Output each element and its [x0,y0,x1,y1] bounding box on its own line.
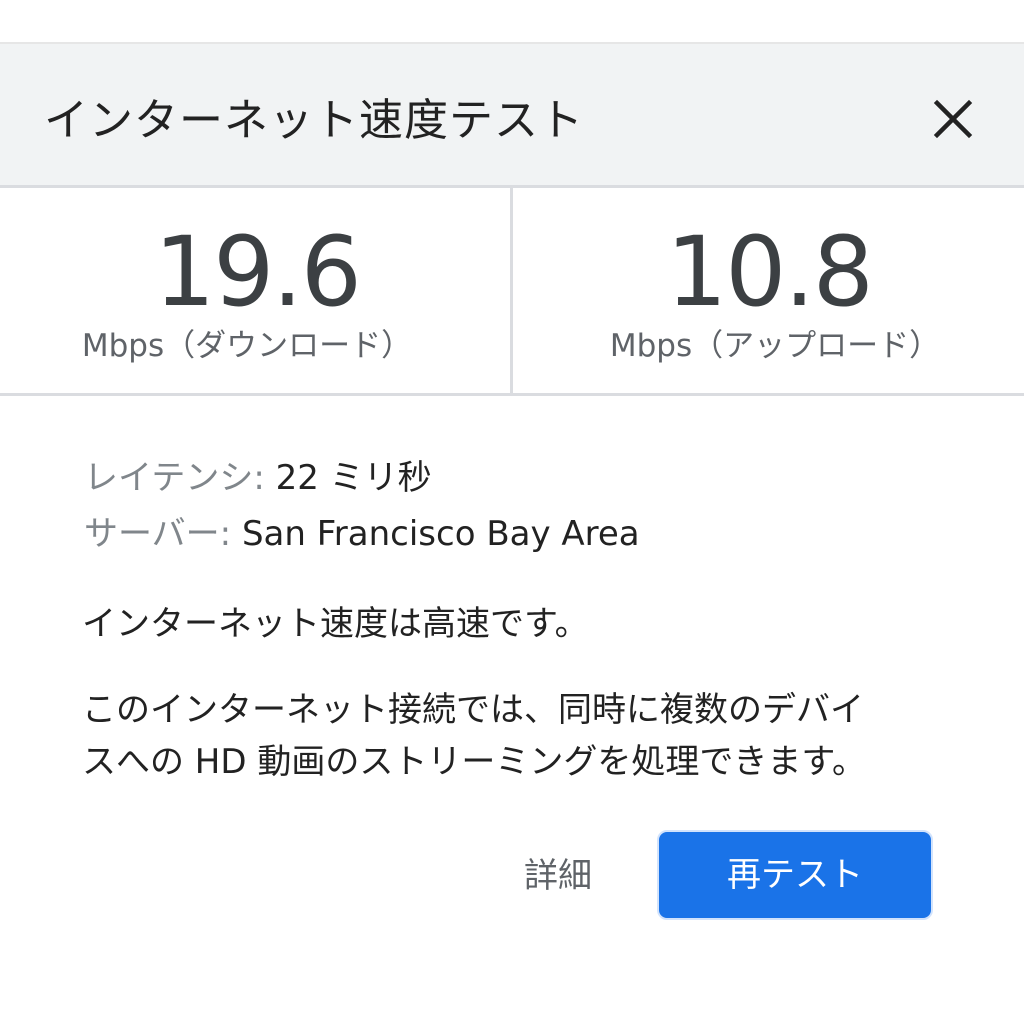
download-speed-value: 19.6 [154,216,362,328]
speed-test-dialog: インターネット速度テスト 19.6 Mbps（ダウンロード） 10.8 Mbps… [0,0,1024,1024]
close-icon [933,99,973,139]
latency-value: 22 ミリ秒 [275,458,432,498]
download-metric: 19.6 Mbps（ダウンロード） [0,188,510,393]
dialog-header: インターネット速度テスト [0,42,1024,188]
speed-description: このインターネット接続では、同時に複数のデバイ スへの HD 動画のストリーミン… [82,684,962,788]
close-button[interactable] [924,90,982,148]
speed-summary: インターネット速度は高速です。 [82,604,589,644]
server-label: サーバー: [84,514,232,554]
upload-speed-unit: Mbps（アップロード） [609,328,941,364]
details-button[interactable]: 詳細 [500,838,616,914]
latency-label: レイテンシ: [84,458,265,498]
retest-button[interactable]: 再テスト [657,830,933,920]
speed-results: 19.6 Mbps（ダウンロード） 10.8 Mbps（アップロード） [0,188,1024,396]
results-divider [510,188,513,393]
server-row: サーバー: San Francisco Bay Area [84,511,640,567]
description-line-2: スへの HD 動画のストリーミングを処理できます。 [82,742,866,782]
upload-metric: 10.8 Mbps（アップロード） [514,188,1024,393]
dialog-title: インターネット速度テスト [44,95,584,146]
latency-row: レイテンシ: 22 ミリ秒 [84,455,640,511]
upload-speed-value: 10.8 [666,216,874,328]
server-value: San Francisco Bay Area [241,514,640,554]
description-line-1: このインターネット接続では、同時に複数のデバイ [82,690,864,730]
connection-info: レイテンシ: 22 ミリ秒 サーバー: San Francisco Bay Ar… [84,455,640,567]
download-speed-unit: Mbps（ダウンロード） [81,328,413,364]
